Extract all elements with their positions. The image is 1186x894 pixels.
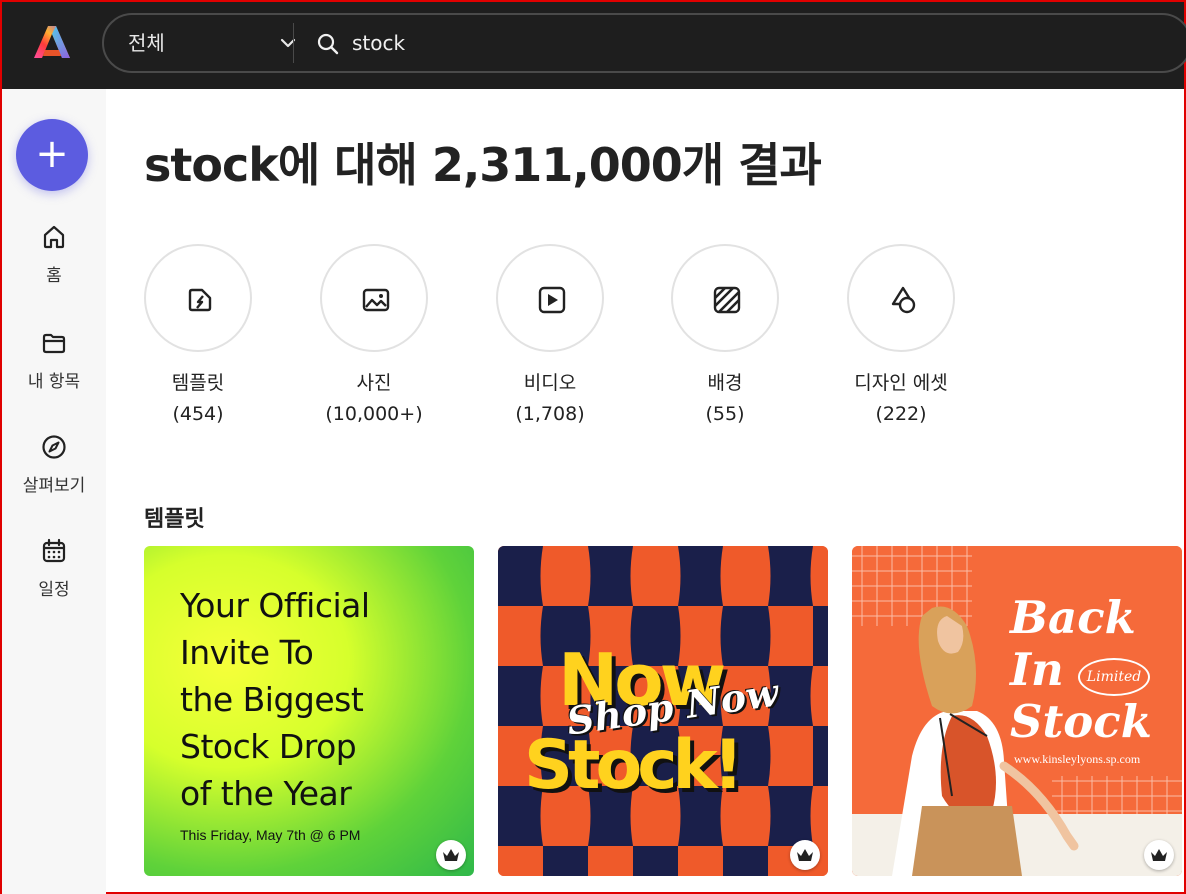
top-bar: 전체 stock (2, 2, 1186, 89)
category-circle[interactable] (496, 244, 604, 352)
template-title-line: Stock (1010, 695, 1152, 748)
premium-badge (1144, 840, 1174, 870)
template-text-line: the Biggest (180, 680, 364, 719)
home-icon (43, 225, 65, 249)
premium-crown-icon (797, 849, 813, 861)
search-icon (317, 33, 339, 55)
create-button[interactable]: + (16, 119, 88, 191)
folder-icon (42, 333, 66, 354)
category-count: (55) (705, 403, 745, 425)
template-url-text: www.kinsleylyons.sp.com (1014, 752, 1141, 766)
results-heading: stock에 대해 2,311,000개 결과 (144, 138, 822, 192)
category-name: 사진 (356, 372, 392, 394)
category-circle[interactable] (847, 244, 955, 352)
video-icon (538, 286, 566, 314)
sidebar-item-schedule[interactable]: 일정 (2, 537, 106, 600)
sidebar-item-label: 내 항목 (27, 372, 81, 392)
search-scope-label: 전체 (128, 31, 165, 55)
category-name: 비디오 (523, 372, 577, 394)
limited-badge: Limited (1078, 658, 1150, 696)
background-icon (713, 286, 741, 314)
template-text-line: Your Official (180, 586, 370, 625)
design-asset-icon (891, 286, 916, 314)
category-name: 디자인 에셋 (854, 372, 948, 394)
category-count: (454) (172, 403, 224, 425)
category-count: (1,708) (515, 403, 585, 425)
category-circle[interactable] (320, 244, 428, 352)
category-count: (10,000+) (325, 403, 423, 425)
category-circle[interactable] (671, 244, 779, 352)
template-text-line: of the Year (180, 774, 352, 813)
template-headline-stock: Stock! (524, 726, 744, 805)
template-text-line: Invite To (180, 633, 314, 672)
category-videos[interactable]: 비디오 (1,708) (470, 244, 630, 425)
premium-crown-icon (1151, 849, 1167, 861)
category-name: 템플릿 (171, 372, 225, 394)
sidebar: + 홈 내 항목 살펴보기 일정 (2, 89, 106, 894)
premium-badge (436, 840, 466, 870)
chevron-down-icon (280, 38, 296, 48)
template-title-line: Back (1010, 591, 1136, 644)
compass-icon (42, 435, 66, 459)
category-design-assets[interactable]: 디자인 에셋 (222) (821, 244, 981, 425)
sidebar-item-label: 일정 (38, 580, 70, 600)
premium-badge (790, 840, 820, 870)
calendar-icon (42, 538, 66, 563)
photo-icon (362, 288, 390, 312)
sidebar-item-home[interactable]: 홈 (2, 223, 106, 286)
search-divider (293, 23, 294, 63)
sidebar-item-label: 살펴보기 (22, 476, 86, 496)
template-card-back-in-stock[interactable]: Back In Stock Limited www.kinsleylyons.s… (852, 546, 1182, 876)
search-scope-dropdown[interactable]: 전체 (128, 15, 298, 71)
template-icon (188, 288, 212, 312)
category-photos[interactable]: 사진 (10,000+) (294, 244, 454, 425)
category-templates[interactable]: 템플릿 (454) (118, 244, 278, 425)
premium-crown-icon (443, 849, 459, 861)
category-circle[interactable] (144, 244, 252, 352)
template-card-new-stock[interactable]: Now Stock! Shop Now (498, 546, 828, 876)
sidebar-item-my-items[interactable]: 내 항목 (2, 329, 106, 392)
template-card-text: Your Official Invite To the Biggest Stoc… (180, 582, 370, 843)
adobe-express-logo-icon[interactable] (32, 22, 72, 62)
category-name: 배경 (707, 372, 743, 394)
search-bar[interactable]: 전체 stock (102, 13, 1186, 73)
search-input[interactable]: stock (352, 15, 405, 71)
sidebar-item-label: 홈 (46, 266, 62, 286)
template-subtitle: This Friday, May 7th @ 6 PM (180, 827, 361, 843)
category-backgrounds[interactable]: 배경 (55) (645, 244, 805, 425)
category-count: (222) (875, 403, 927, 425)
template-text-line: Stock Drop (180, 727, 357, 766)
sidebar-item-explore[interactable]: 살펴보기 (2, 433, 106, 496)
template-card-official-invite[interactable]: Your Official Invite To the Biggest Stoc… (144, 546, 474, 876)
main-content: stock에 대해 2,311,000개 결과 템플릿 (454) 사진 (10… (106, 89, 1184, 894)
section-title-templates: 템플릿 (144, 507, 205, 532)
